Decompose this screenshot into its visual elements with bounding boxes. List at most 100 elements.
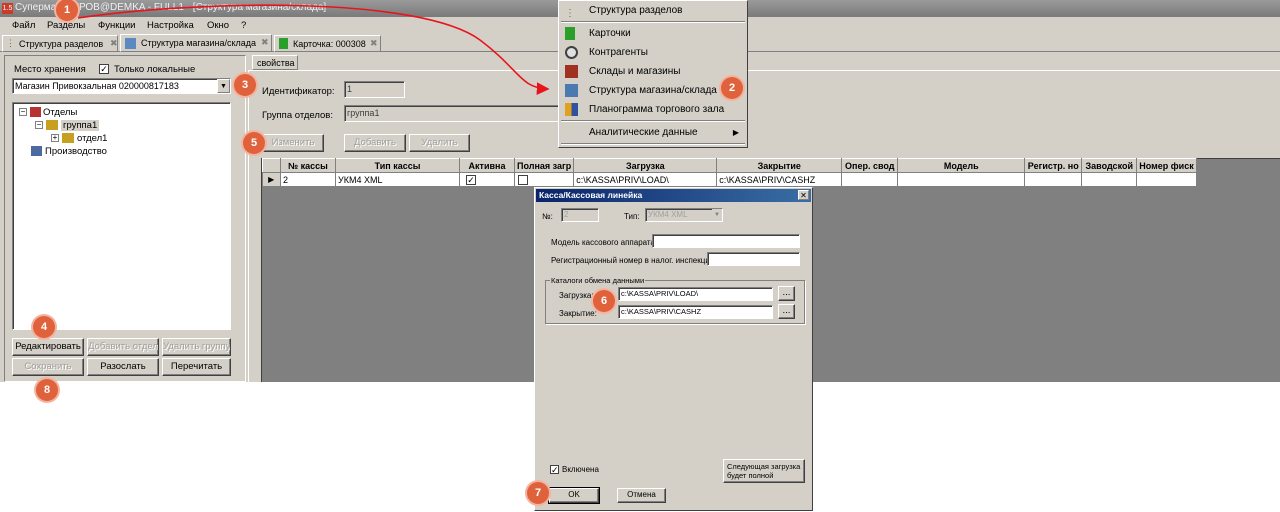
active-checkbox[interactable]: ✓ [466,175,476,185]
column-header[interactable]: Опер. свод [841,158,899,173]
column-header[interactable]: Загрузка [573,158,718,173]
close-icon[interactable]: ✕ [798,190,809,200]
model-field[interactable] [652,234,800,248]
warehouse-icon [565,65,578,78]
collapse-icon[interactable]: − [35,121,43,129]
menu-item-label: Структура разделов [589,5,683,16]
table-header-row: № кассы Тип кассы Активна Полная загр За… [262,158,1197,173]
close-path-field[interactable]: c:\KASSA\PRIV\CASHZ [618,305,773,319]
menu-item-contractors[interactable]: Контрагенты [559,43,747,62]
delete-group-button[interactable]: Удалить группу [162,338,231,356]
storage-select[interactable]: Магазин Привокзальная 020000817183 ▼ [12,78,231,94]
save-button[interactable]: Сохранить [12,358,84,376]
full-load-checkbox[interactable] [518,175,528,185]
next-full-load-button[interactable]: Следующая загрузка будет полной [723,459,805,483]
cell-reg[interactable] [1024,172,1083,187]
cell-active[interactable]: ✓ [459,172,515,187]
cancel-button[interactable]: Отмена [617,488,666,503]
cell-fiscal[interactable] [1136,172,1197,187]
column-header[interactable]: Полная загр [513,158,575,173]
tab-structure-sections[interactable]: ⋮ Структура разделов ✖ [2,35,118,52]
add-button[interactable]: Добавить [344,134,406,152]
step-badge-8: 8 [36,379,58,401]
cell-load[interactable]: c:\KASSA\PRIV\LOAD\ [573,172,718,187]
add-department-button[interactable]: Добавить отдел [87,338,159,356]
column-header[interactable]: Активна [459,158,515,173]
step-badge-7: 7 [527,482,549,504]
menu-item-label: Структура магазина/склада [589,85,717,96]
cash-register-dialog: Касса/Кассовая линейка ✕ №: 2 Тип: УКМ4 … [534,187,813,511]
delete-button[interactable]: Удалить [409,134,470,152]
edit-button[interactable]: Редактировать [12,338,84,356]
menu-item-analytics[interactable]: Аналитические данные ▶ [559,123,747,142]
reg-number-field[interactable] [707,252,800,266]
browse-close-button[interactable]: ... [778,304,795,319]
tree-node-label: отдел1 [77,133,108,144]
menu-settings[interactable]: Настройка [147,20,194,31]
chevron-down-icon[interactable]: ▼ [217,79,230,93]
table-row[interactable]: ▶ 2 УКМ4 XML ✓ c:\KASSA\PRIV\LOAD\ c:\KA… [262,172,1197,187]
only-local-checkbox[interactable]: ✓ [99,64,109,74]
cell-op[interactable] [841,172,899,187]
num-field[interactable]: 2 [561,208,599,222]
menu-item-store-structure[interactable]: Структура магазина/склада [559,81,747,100]
enabled-checkbox[interactable]: ✓ [550,465,559,475]
menu-item-warehouses[interactable]: Склады и магазины [559,62,747,81]
menu-item-label: Контрагенты [589,47,648,58]
menu-item-cards[interactable]: Карточки [559,24,747,43]
step-badge-5: 5 [243,132,265,154]
cell-serial[interactable] [1081,172,1138,187]
menu-item-label: Склады и магазины [589,66,681,77]
column-header[interactable]: Номер фиск [1136,158,1197,173]
id-field[interactable]: 1 [344,81,405,98]
menu-help[interactable]: ? [241,20,246,31]
close-icon[interactable]: ✖ [110,38,118,49]
catalogs-label: Каталоги обмена данными [550,276,646,285]
menu-functions[interactable]: Функции [98,20,135,31]
tab-card[interactable]: Карточка: 000308 ✖ [274,35,381,52]
chevron-down-icon[interactable]: ▼ [712,209,722,221]
cash-registers-table: № кассы Тип кассы Активна Полная загр За… [262,158,1197,187]
close-icon[interactable]: ✖ [370,38,378,49]
menu-item-structure-sections[interactable]: ⋮ Структура разделов [559,1,747,20]
step-badge-6: 6 [593,290,615,312]
column-header[interactable]: Регистр. но [1024,158,1083,173]
type-select[interactable]: УКМ4 XML ▼ [645,208,723,222]
column-header[interactable]: Закрытие [716,158,843,173]
menu-file[interactable]: Файл [12,20,35,31]
cell-model[interactable] [897,172,1026,187]
load-path-field[interactable]: c:\KASSA\PRIV\LOAD\ [618,287,773,301]
cell-close[interactable]: c:\KASSA\PRIV\CASHZ [716,172,843,187]
column-header[interactable]: Тип кассы [335,158,460,173]
change-button[interactable]: Изменить [262,134,324,152]
reread-button[interactable]: Перечитать [162,358,231,376]
column-header[interactable]: Заводской [1081,158,1138,173]
menu-item-planogram[interactable]: Планограмма торгового зала [559,100,747,119]
tree-node-label: Производство [45,146,107,157]
menu-sections[interactable]: Разделы [47,20,85,31]
step-badge-3: 3 [234,74,256,96]
cell-num[interactable]: 2 [280,172,336,187]
browse-load-button[interactable]: ... [778,286,795,301]
close-icon[interactable]: ✖ [261,37,269,48]
expand-icon[interactable]: + [51,134,59,142]
cell-full[interactable] [514,172,575,187]
tab-store-structure[interactable]: Структура магазина/склада ✖ [120,34,272,52]
cards-icon [565,27,575,40]
chevron-right-icon: ▶ [732,128,739,137]
send-button[interactable]: Разослать [87,358,159,376]
row-indicator-header [262,158,281,173]
folder-icon [30,107,41,117]
ok-button[interactable]: OK [548,487,600,504]
cell-type[interactable]: УКМ4 XML [335,172,460,187]
department-tree[interactable]: − Отделы − группа1 + отдел1 Производство [12,102,231,330]
menu-separator [561,120,745,122]
menu-window[interactable]: Окно [207,20,229,31]
column-header[interactable]: № кассы [280,158,336,173]
step-badge-2: 2 [721,77,743,99]
collapse-icon[interactable]: − [19,108,27,116]
properties-tab[interactable]: свойства [252,55,298,70]
cards-icon [279,38,288,49]
column-header[interactable]: Модель [897,158,1026,173]
group-field[interactable]: группа1 [344,105,564,122]
